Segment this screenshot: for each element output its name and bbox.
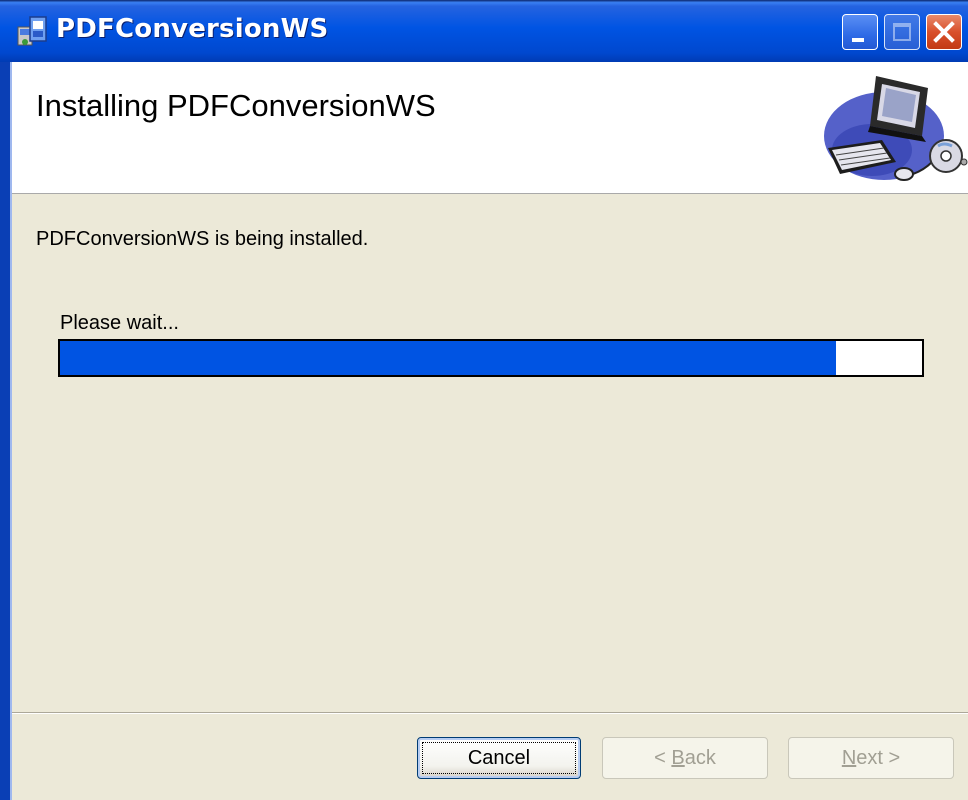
next-rest: ext > <box>856 747 901 769</box>
footer-divider-highlight <box>12 713 968 714</box>
back-button[interactable]: < Back <box>602 737 768 779</box>
installer-window: PDFConversionWS Installing PDFConversion… <box>0 0 968 800</box>
minimize-button[interactable] <box>842 14 878 50</box>
install-progress-bar <box>58 339 924 377</box>
header-banner: Installing PDFConversionWS <box>12 62 968 194</box>
progress-fill <box>60 341 836 375</box>
back-mnemonic: B <box>671 747 685 769</box>
maximize-icon <box>893 23 911 41</box>
maximize-button[interactable] <box>884 14 920 50</box>
back-prefix: < <box>654 747 672 769</box>
status-text: PDFConversionWS is being installed. <box>36 228 369 250</box>
close-icon <box>933 21 955 43</box>
installer-app-icon <box>17 16 47 46</box>
close-button[interactable] <box>926 14 962 50</box>
window-title: PDFConversionWS <box>56 14 329 44</box>
title-bar[interactable]: PDFConversionWS <box>0 0 968 62</box>
minimize-icon <box>852 38 864 42</box>
page-title: Installing PDFConversionWS <box>36 88 436 123</box>
wait-label: Please wait... <box>60 312 179 334</box>
computer-install-icon <box>824 76 968 181</box>
cancel-button[interactable]: Cancel <box>417 737 581 779</box>
focus-rect <box>422 742 576 774</box>
back-rest: ack <box>684 747 716 769</box>
next-mnemonic: N <box>841 747 857 769</box>
next-button[interactable]: Next > <box>788 737 954 779</box>
